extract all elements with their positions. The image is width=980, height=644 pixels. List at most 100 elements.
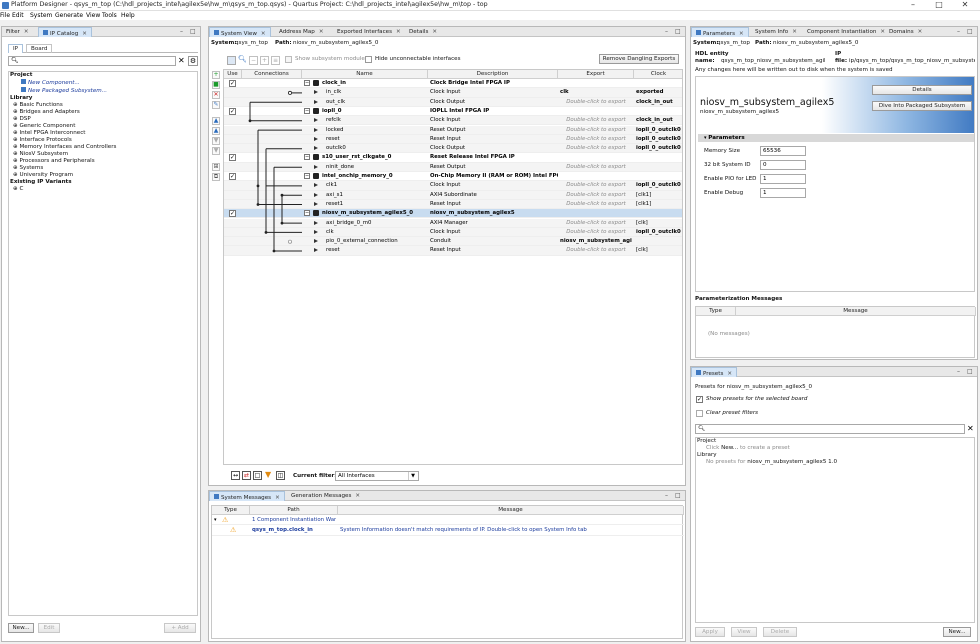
export-cell[interactable]: clk	[560, 89, 632, 95]
close-window-button[interactable]: ✕	[952, 0, 978, 11]
msg-col-type[interactable]: Type	[212, 506, 250, 515]
pmsg-col-type[interactable]: Type	[696, 307, 736, 316]
maximize-panel-icon[interactable]: □	[967, 28, 973, 35]
tree-dsp[interactable]: ⊕ DSP	[13, 116, 31, 122]
tab-system-view[interactable]: System View ✕	[209, 27, 271, 37]
menu-system[interactable]: System	[30, 12, 52, 19]
details-button[interactable]: Details	[872, 85, 972, 95]
tree-new-component[interactable]: New Component...	[21, 79, 80, 86]
minimize-panel-icon[interactable]: –	[957, 368, 960, 375]
view-preset-button[interactable]: View	[731, 627, 757, 637]
dive-into-subsystem-button[interactable]: Dive Into Packaged Subsystem	[872, 101, 972, 111]
collapse-icon[interactable]: −	[304, 80, 310, 86]
export-cell[interactable]: Double-click to export	[560, 192, 632, 198]
tree-university-program[interactable]: ⊕ University Program	[13, 172, 73, 178]
tree-generic-component[interactable]: ⊕ Generic Component	[13, 123, 75, 129]
move-down-icon[interactable]: ▼	[212, 137, 220, 145]
tree-interconnect[interactable]: ⊕ Intel FPGA Interconnect	[13, 130, 85, 136]
delete-preset-button[interactable]: Delete	[763, 627, 797, 637]
tab-filter[interactable]: Filter ✕	[2, 27, 33, 37]
tree-processors[interactable]: ⊕ Processors and Peripherals	[13, 158, 95, 164]
tree-new-packaged-subsystem[interactable]: New Packaged Subsystem...	[21, 87, 107, 94]
tab-component-instantiation[interactable]: Component Instantiation ✕	[803, 27, 889, 37]
maximize-panel-icon[interactable]: □	[675, 492, 681, 499]
zoom-fit-icon[interactable]	[227, 56, 236, 65]
clear-search-icon[interactable]: ✕	[178, 56, 185, 66]
filter-toolbar-icon-2[interactable]: ⇄	[242, 471, 251, 480]
add-ip-button[interactable]: + Add	[164, 623, 196, 633]
export-cell[interactable]: Double-click to export	[560, 164, 632, 170]
export-cell[interactable]: Double-click to export	[560, 220, 632, 226]
move-top-icon[interactable]: ▲	[212, 117, 220, 125]
menu-help[interactable]: Help	[121, 12, 135, 19]
edit-ip-button[interactable]: Edit	[38, 623, 60, 633]
add-icon[interactable]: +	[212, 71, 220, 79]
move-bottom-icon[interactable]: ▼	[212, 147, 220, 155]
collapse-icon[interactable]: −	[304, 154, 310, 161]
tree-basic-functions[interactable]: ⊕ Basic Functions	[13, 102, 63, 108]
tab-generation-messages[interactable]: Generation Messages ✕	[287, 491, 364, 501]
filter-toolbar-icon-3[interactable]: □	[253, 471, 262, 480]
export-cell[interactable]: Double-click to export	[560, 182, 632, 188]
menu-tools[interactable]: Tools	[102, 12, 117, 19]
col-clock[interactable]: Clock	[634, 70, 682, 79]
tab-details[interactable]: Details ✕	[405, 27, 441, 37]
tree-bridges[interactable]: ⊕ Bridges and Adapters	[13, 109, 80, 115]
param-memory-size-input[interactable]: 65536	[760, 146, 806, 156]
message-row-2[interactable]: ⚠ qsys_m_top.clock_in System Information…	[212, 526, 684, 536]
tree-niosv-subsystem[interactable]: ⊕ NiosV Subsystem	[13, 151, 68, 157]
filter-icon[interactable]: ≡	[271, 56, 280, 65]
collapse-icon[interactable]: −	[304, 107, 310, 114]
remove-icon[interactable]: ✕	[212, 91, 220, 99]
menu-file[interactable]: File	[0, 12, 10, 19]
param-enable-debug-input[interactable]: 1	[760, 188, 806, 198]
use-checkbox[interactable]: ✓	[229, 80, 236, 87]
current-filter-select[interactable]: All Interfaces ▼	[335, 471, 419, 481]
search-icon[interactable]: 🔍︎	[238, 55, 248, 65]
msg-col-path[interactable]: Path	[250, 506, 338, 515]
tab-board[interactable]: Board	[26, 44, 53, 53]
export-cell[interactable]: Double-click to export	[560, 127, 632, 133]
add-component-icon[interactable]: ■	[212, 81, 220, 89]
maximize-panel-icon[interactable]: □	[675, 28, 681, 35]
tab-ip-catalog[interactable]: IP Catalog ✕	[38, 27, 92, 37]
minimize-panel-icon[interactable]: –	[665, 28, 668, 35]
maximize-panel-icon[interactable]: □	[190, 28, 196, 35]
expand-icon[interactable]: +	[260, 56, 269, 65]
tab-system-info[interactable]: System Info ✕	[751, 27, 801, 37]
use-checkbox[interactable]: ✓	[229, 210, 236, 218]
menu-generate[interactable]: Generate	[55, 12, 83, 19]
col-use[interactable]: Use	[224, 70, 242, 79]
hide-unconnectable-checkbox[interactable]	[365, 56, 372, 63]
ip-search-input[interactable]: 🔍︎	[8, 56, 176, 66]
tab-exported-interfaces[interactable]: Exported Interfaces ✕	[333, 27, 405, 37]
export-cell[interactable]: Double-click to export	[560, 136, 632, 142]
col-connections[interactable]: Connections	[242, 70, 302, 79]
new-ip-button[interactable]: New...	[8, 623, 34, 633]
tab-domains[interactable]: Domains ✕	[885, 27, 926, 37]
tab-ip[interactable]: IP	[8, 44, 24, 53]
expand-icon[interactable]: ▾	[214, 517, 217, 523]
tab-address-map[interactable]: Address Map ✕	[275, 27, 328, 37]
param-enable-pio-input[interactable]: 1	[760, 174, 806, 184]
catalog-settings-icon[interactable]: ⚙	[188, 56, 198, 66]
msg-col-message[interactable]: Message	[338, 506, 684, 515]
export-cell[interactable]: Double-click to export	[560, 145, 632, 151]
col-name[interactable]: Name	[302, 70, 428, 79]
show-subsystem-checkbox[interactable]	[285, 56, 292, 63]
export-cell[interactable]: Double-click to export	[560, 99, 632, 105]
tab-system-messages[interactable]: System Messages ✕	[209, 491, 285, 501]
use-checkbox[interactable]: ✓	[229, 107, 236, 115]
tree-interface-protocols[interactable]: ⊕ Interface Protocols	[13, 137, 72, 143]
pmsg-col-message[interactable]: Message	[736, 307, 976, 316]
minimize-panel-icon[interactable]: –	[957, 28, 960, 35]
use-checkbox[interactable]: ✓	[229, 173, 236, 180]
col-description[interactable]: Description	[428, 70, 558, 79]
collapse-icon[interactable]: −	[249, 56, 258, 65]
edit-icon[interactable]: ✎	[212, 101, 220, 109]
export-cell[interactable]: Double-click to export	[560, 229, 632, 235]
maximize-button[interactable]: □	[926, 0, 952, 11]
clear-filter-icon[interactable]	[696, 410, 703, 417]
new-preset-button[interactable]: New...	[943, 627, 971, 637]
export-cell[interactable]: niosv_m_subsystem_agil...	[560, 238, 632, 244]
